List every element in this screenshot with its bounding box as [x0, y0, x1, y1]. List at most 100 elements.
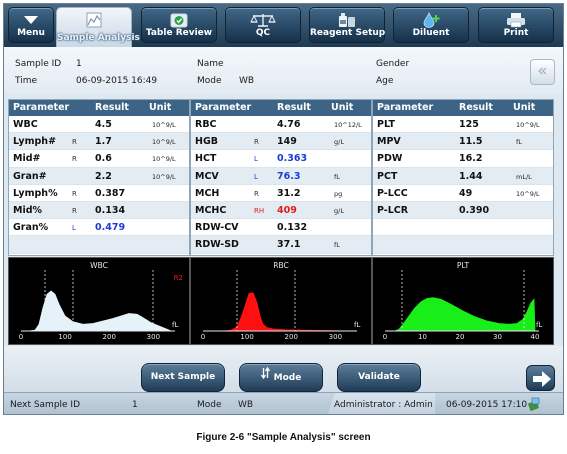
- tab-reagent-setup[interactable]: Reagent Setup: [309, 7, 385, 43]
- result-unit: fL: [334, 241, 340, 250]
- parameter-name: P-LCC: [377, 187, 408, 199]
- parameter-name: RDW-CV: [195, 222, 239, 234]
- print-button[interactable]: Print: [478, 7, 554, 43]
- result-value: 0.479: [95, 222, 126, 234]
- table-row: Mid# R 0.6 10^9/L: [9, 150, 189, 168]
- next-sample-button[interactable]: Next Sample: [141, 363, 225, 392]
- parameter-name: RDW-SD: [195, 239, 239, 251]
- table-review-icon: [142, 11, 216, 28]
- result-value: 0.390: [459, 205, 490, 216]
- result-value: 11.5: [459, 136, 483, 148]
- time-value: 06-09-2015 16:49: [76, 76, 158, 86]
- result-flag: R: [254, 138, 259, 147]
- menu-button-label: Menu: [17, 28, 45, 38]
- result-value: 149: [277, 136, 297, 148]
- top-toolbar: Menu Sample Analysis Table Review QC Rea…: [4, 4, 563, 47]
- tab-table-review[interactable]: Table Review: [141, 7, 217, 43]
- result-value: 2.2: [95, 170, 112, 182]
- histogram-curve: [385, 297, 536, 332]
- chart-icon: [57, 11, 131, 28]
- tab-qc[interactable]: QC: [225, 7, 301, 43]
- network-status-icon: [527, 397, 541, 414]
- parameter-name: HGB: [195, 136, 218, 148]
- menu-button[interactable]: Menu: [8, 7, 54, 43]
- result-flag: L: [72, 224, 76, 233]
- age-label: Age: [376, 76, 394, 86]
- result-value: 1.7: [95, 136, 112, 148]
- mode-button[interactable]: Mode: [239, 363, 323, 392]
- column-header: Parameter: [13, 102, 70, 113]
- histogram-unit-label: fL: [354, 321, 361, 329]
- validate-button[interactable]: Validate: [337, 363, 421, 392]
- table-row: Gran# 2.2 10^9/L: [9, 167, 189, 185]
- column-header: Unit: [149, 102, 172, 113]
- histogram-tick-label: 20: [455, 333, 465, 341]
- plt-parameter-table: Parameter Result Unit PLT 125 10^9/L MPV 11.5 fL…: [372, 99, 554, 256]
- result-value: 0.134: [95, 205, 126, 216]
- wbc-histogram: WBC R2 0 100 200 300 fL: [8, 257, 190, 345]
- table-row: WBC 4.5 10^9/L: [9, 116, 189, 134]
- histogram-plot: [21, 270, 175, 332]
- column-header: Parameter: [195, 102, 252, 113]
- parameter-name: RBC: [195, 119, 217, 130]
- right-arrow-icon: [533, 371, 551, 387]
- parameter-name: MCH: [195, 187, 220, 199]
- table-row: HGB R 149 g/L: [191, 133, 371, 151]
- parameter-name: Lymph%: [13, 187, 58, 199]
- result-unit: 10^9/L: [152, 155, 176, 164]
- tab-table-review-label: Table Review: [145, 28, 213, 38]
- tab-sample-analysis[interactable]: Sample Analysis: [56, 7, 140, 47]
- parameter-name: Mid%: [13, 205, 43, 216]
- result-flag: R: [72, 155, 77, 164]
- logged-in-user: Administrator : Admin: [334, 400, 433, 410]
- scale-icon: [226, 11, 300, 28]
- histogram-plot: [203, 270, 357, 332]
- printer-icon: [479, 11, 553, 28]
- result-flag: R: [72, 138, 77, 147]
- histogram-curve: [203, 292, 354, 332]
- time-label: Time: [15, 76, 38, 86]
- result-unit: 10^9/L: [516, 189, 540, 198]
- table-row: Lymph% R 0.387: [9, 185, 189, 202]
- table-row: HCT L 0.363: [191, 150, 371, 168]
- rbc-parameter-table: Parameter Result Unit RBC 4.76 10^12/L HGB R 149…: [190, 99, 372, 256]
- tab-diluent[interactable]: Diluent: [393, 7, 469, 43]
- collapse-panel-button[interactable]: «: [530, 59, 555, 85]
- result-flag: R: [72, 189, 77, 198]
- histogram-tick-label: 0: [200, 333, 206, 341]
- histogram-tick-label: 300: [328, 333, 343, 341]
- table-header: Parameter Result Unit: [373, 100, 553, 116]
- result-value: 0.387: [95, 187, 126, 199]
- print-button-label: Print: [503, 28, 529, 38]
- tab-reagent-setup-label: Reagent Setup: [310, 28, 386, 38]
- name-label: Name: [197, 59, 224, 69]
- result-value: 0.363: [277, 153, 308, 165]
- gender-label: Gender: [376, 59, 410, 69]
- parameter-name: Gran%: [13, 222, 49, 234]
- histogram-tick-label: 200: [284, 333, 298, 341]
- table-row: [373, 236, 553, 254]
- histogram-tick-label: 300: [146, 333, 161, 341]
- mode-button-label: Mode: [273, 373, 302, 383]
- table-row: Lymph# R 1.7 10^9/L: [9, 133, 189, 151]
- histogram-unit-label: fL: [536, 321, 543, 329]
- status-bar: Next Sample ID 1 Mode WB Administrator :…: [4, 392, 563, 414]
- result-flag: L: [254, 172, 258, 181]
- histogram-tick-label: 0: [382, 333, 388, 341]
- mode-switch-icon: [260, 364, 270, 391]
- table-row: Mid% R 0.134: [9, 202, 189, 220]
- column-header: Result: [95, 102, 129, 113]
- result-value: 49: [459, 187, 473, 199]
- column-header: Parameter: [377, 102, 434, 113]
- figure-caption: Figure 2-6 "Sample Analysis" screen: [196, 432, 371, 443]
- table-row: PCT 1.44 mL/L: [373, 167, 553, 185]
- result-unit: mL/L: [516, 172, 532, 181]
- table-row: RDW-CV 0.132: [191, 219, 371, 237]
- table-row: RDW-SD 37.1 fL: [191, 236, 371, 254]
- column-header: Result: [277, 102, 311, 113]
- tab-qc-label: QC: [255, 28, 271, 38]
- table-header: Parameter Result Unit: [191, 100, 371, 116]
- next-page-button[interactable]: [526, 365, 555, 391]
- parameter-name: PLT: [377, 119, 395, 130]
- table-row: PDW 16.2: [373, 150, 553, 168]
